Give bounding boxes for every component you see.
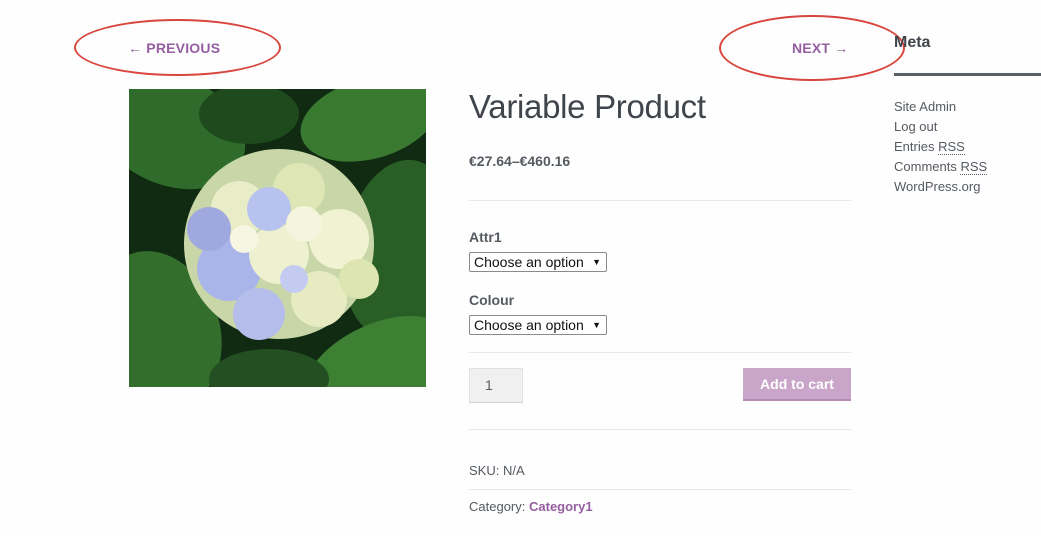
product-title: Variable Product — [469, 88, 706, 125]
product-image[interactable] — [129, 89, 426, 387]
attr1-select-value: Choose an option — [474, 254, 584, 270]
link-entries-rss[interactable]: Entries RSS — [894, 137, 987, 157]
divider — [469, 352, 851, 353]
link-log-out[interactable]: Log out — [894, 117, 987, 137]
attr1-select[interactable]: Choose an option ▼ — [469, 252, 607, 272]
previous-product-link[interactable]: ← PREVIOUS — [128, 40, 220, 56]
attr1-label: Attr1 — [469, 229, 502, 245]
widget-title-underline — [894, 73, 1041, 76]
colour-select[interactable]: Choose an option ▼ — [469, 315, 607, 335]
sku-label: SKU: — [469, 463, 500, 478]
sku-value: N/A — [502, 463, 525, 478]
divider — [469, 489, 851, 490]
link-comments-rss[interactable]: Comments RSS — [894, 157, 988, 177]
sku-line: SKU: N/A — [469, 463, 525, 478]
category-line: Category: Category1 — [469, 499, 593, 514]
colour-label: Colour — [469, 292, 515, 308]
next-product-link[interactable]: NEXT → — [792, 40, 848, 56]
colour-select-value: Choose an option — [474, 317, 584, 333]
meta-links-list: Site Admin Log out Entries RSS Comments … — [894, 97, 988, 197]
add-to-cart-button[interactable]: Add to cart — [743, 368, 851, 401]
meta-widget-title: Meta — [894, 34, 931, 51]
dropdown-arrow-icon: ▼ — [592, 257, 601, 267]
category-label: Category: — [469, 499, 526, 514]
category-link[interactable]: Category1 — [529, 499, 593, 514]
link-wordpress-org[interactable]: WordPress.org — [894, 177, 987, 197]
hydrangea-illustration — [129, 89, 426, 387]
divider — [469, 200, 851, 201]
divider — [469, 429, 851, 430]
product-price: €27.64–€460.16 — [469, 153, 571, 169]
quantity-input[interactable]: 1 — [469, 368, 523, 403]
product-page: ← PREVIOUS NEXT → Variable Product €27.6… — [0, 0, 1041, 536]
link-site-admin[interactable]: Site Admin — [894, 97, 987, 117]
dropdown-arrow-icon: ▼ — [592, 320, 601, 330]
